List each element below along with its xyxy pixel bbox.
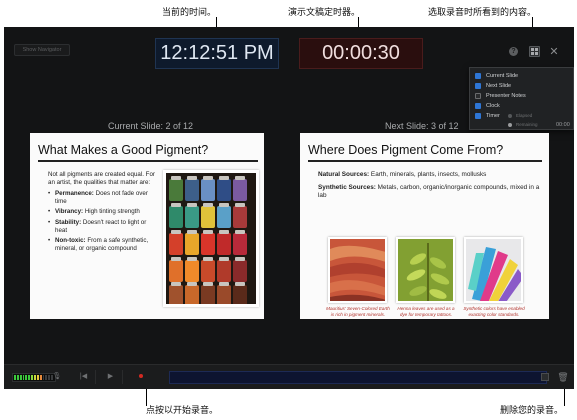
grid-layout-icon[interactable] <box>529 46 540 57</box>
current-time-clock: 12:12:51 PM <box>155 38 279 69</box>
menu-item-current-slide[interactable]: Current Slide <box>475 71 518 80</box>
checkbox-unchecked[interactable] <box>475 92 481 99</box>
bullet-term: Non-toxic: <box>55 237 86 245</box>
menu-item-label: Next Slide <box>486 82 512 89</box>
timer-value: 00:00 <box>556 122 570 128</box>
bullet-term: Stability: <box>55 218 82 226</box>
checkbox-checked[interactable] <box>475 72 481 79</box>
timer-mode-label: Elapsed <box>516 113 533 118</box>
callout-record: 点按以开始录音。 <box>146 406 219 416</box>
menu-item-next-slide[interactable]: Next Slide <box>475 81 511 90</box>
title-divider <box>38 160 258 162</box>
callout-current-time: 当前的时间。 <box>162 8 217 18</box>
checkbox-checked[interactable] <box>475 102 481 109</box>
menu-item-label: Timer <box>486 112 500 119</box>
menu-item-presenter-notes[interactable]: Presenter Notes <box>475 91 526 100</box>
slide-body: Natural Sources: Earth, minerals, plants… <box>318 171 540 200</box>
list-item: • Vibrancy: High tinting strength <box>48 208 140 216</box>
trash-icon[interactable]: 🗑 <box>557 370 569 384</box>
bullet-term: Vibrancy: <box>55 208 84 216</box>
menu-item-label: Clock <box>486 102 500 109</box>
timer-mode-remaining[interactable]: Remaining <box>508 122 538 127</box>
list-item: • Stability: Doesn't react to light or h… <box>48 218 147 234</box>
record-button[interactable] <box>129 370 153 384</box>
photo-caption: Mauritius' Seven-Colored Earth is rich i… <box>326 306 390 317</box>
current-slide: What Makes a Good Pigment? Not all pigme… <box>30 133 264 319</box>
callout-line <box>564 389 565 406</box>
question-icon[interactable]: ? <box>509 47 518 56</box>
photo-caption: Synthetic colors have enabled exacting c… <box>463 306 525 317</box>
slide-intro: Not all pigments are created equal. For … <box>48 171 155 186</box>
synthetic-sources: Synthetic Sources: Metals, carbon, organ… <box>318 184 540 200</box>
callout-select-view: 选取录音时所看到的内容。 <box>428 8 537 18</box>
list-item: • Permanence: Does not fade over time <box>48 190 148 205</box>
callout-delete: 删除您的录音。 <box>500 406 564 416</box>
close-icon[interactable]: ✕ <box>549 47 559 58</box>
skip-back-icon[interactable]: |◀ <box>72 370 96 384</box>
list-item: • Non-toxic: From a safe synthetic, mine… <box>48 237 149 252</box>
pigment-jars-image <box>163 170 259 307</box>
show-navigator-button[interactable]: Show Navigator <box>14 44 70 56</box>
audio-level-meter <box>12 373 56 382</box>
slide-body: Not all pigments are created equal. For … <box>48 171 156 252</box>
current-slide-label: Current Slide: 2 of 12 <box>108 121 194 131</box>
bullet-term: Permanence: <box>55 190 94 198</box>
checkbox-checked[interactable] <box>475 82 481 89</box>
synthetic-term: Synthetic Sources: <box>318 184 376 191</box>
timeline-end-handle[interactable] <box>541 373 549 381</box>
play-icon[interactable]: ▶ <box>99 370 123 384</box>
checkbox-checked[interactable] <box>475 112 481 119</box>
colored-earth-photo <box>328 237 387 303</box>
color-swatches-photo <box>464 237 523 303</box>
menu-item-clock[interactable]: Clock <box>475 101 500 110</box>
slide-title: Where Does Pigment Come From? <box>308 143 504 157</box>
henna-leaves-photo <box>396 237 455 303</box>
next-slide: Where Does Pigment Come From? Natural So… <box>300 133 549 319</box>
title-divider <box>308 160 542 162</box>
recording-bar: 🎙 |◀ ▶ 🗑 <box>4 364 574 389</box>
layout-options-menu: Current Slide Next Slide Presenter Notes… <box>469 67 574 130</box>
natural-text: Earth, minerals, plants, insects, mollus… <box>369 171 487 178</box>
recording-timeline[interactable] <box>169 371 547 384</box>
photo-caption: Henna leaves are used as a dye for tempo… <box>397 306 455 317</box>
record-icon <box>139 374 143 379</box>
callout-rehearsal-timer: 演示文稿定时器。 <box>288 8 361 18</box>
slide-title: What Makes a Good Pigment? <box>38 143 209 157</box>
menu-item-timer[interactable]: Timer <box>475 111 500 120</box>
menu-item-label: Current Slide <box>486 72 519 79</box>
natural-sources: Natural Sources: Earth, minerals, plants… <box>318 171 540 179</box>
microphone-icon[interactable]: 🎙 <box>52 370 62 384</box>
presentation-timer: 00:00:30 <box>299 38 423 69</box>
radio-button[interactable] <box>508 113 512 118</box>
presenter-window: Show Navigator 12:12:51 PM 00:00:30 ? ✕ … <box>4 27 574 389</box>
bullet-text: High tinting strength <box>83 208 140 216</box>
radio-button-selected[interactable] <box>508 122 512 127</box>
menu-item-label: Presenter Notes <box>486 92 526 99</box>
timer-mode-elapsed[interactable]: Elapsed <box>508 113 532 118</box>
next-slide-label: Next Slide: 3 of 12 <box>385 121 459 131</box>
timer-mode-label: Remaining <box>516 122 538 127</box>
natural-term: Natural Sources: <box>318 171 370 178</box>
